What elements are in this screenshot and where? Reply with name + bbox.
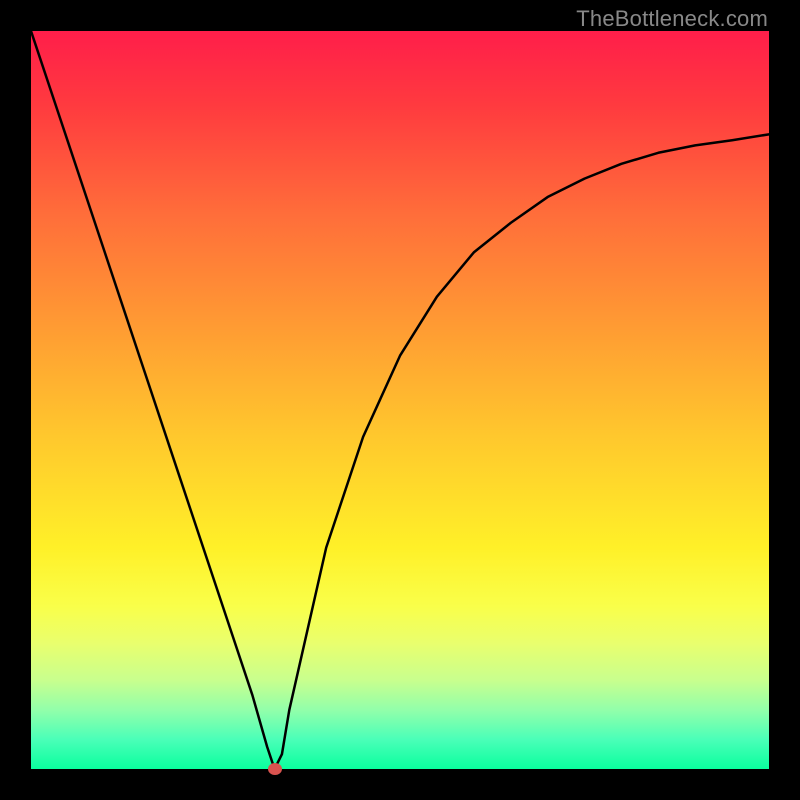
chart-frame: TheBottleneck.com — [0, 0, 800, 800]
optimum-marker — [268, 763, 282, 775]
watermark-text: TheBottleneck.com — [576, 6, 768, 32]
curve-layer — [31, 31, 769, 769]
plot-area — [31, 31, 769, 769]
bottleneck-curve — [31, 31, 769, 769]
